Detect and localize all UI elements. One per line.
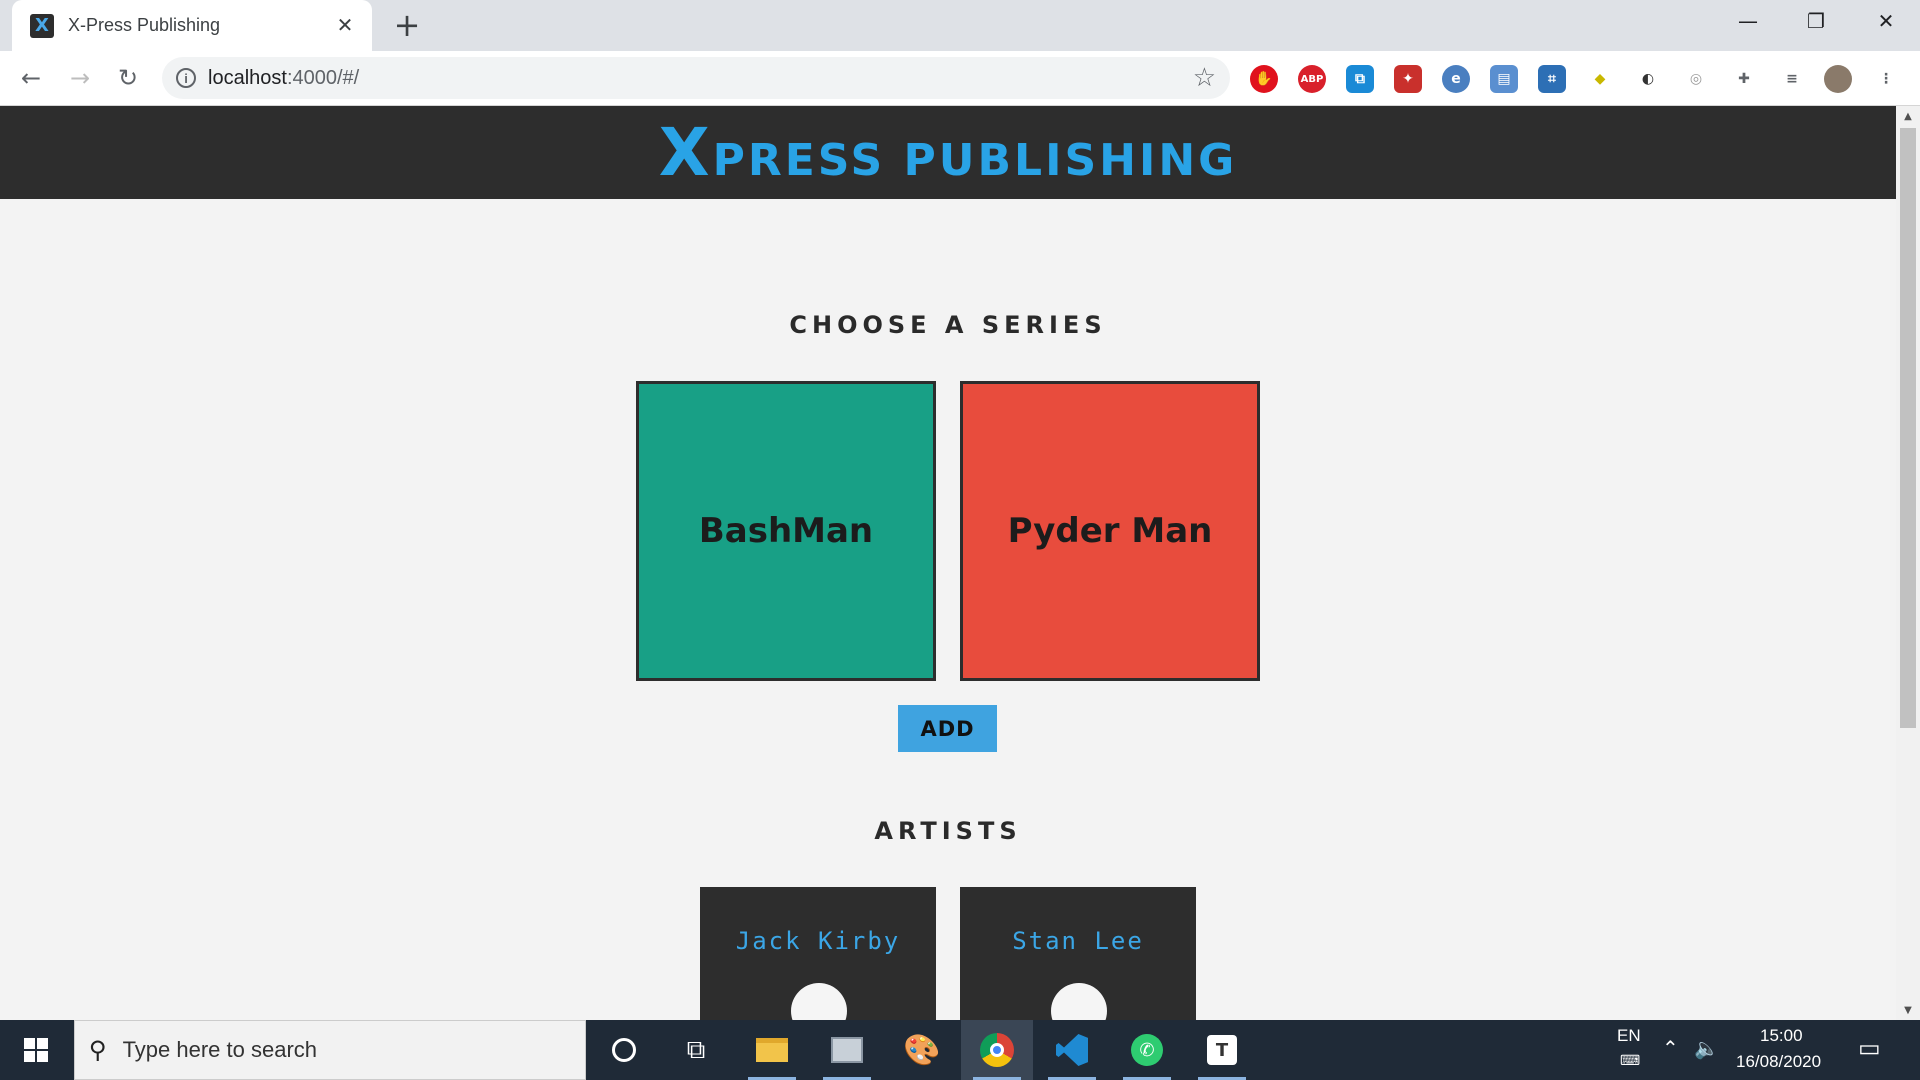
artist-card-jack-kirby[interactable]: Jack Kirby: [700, 887, 936, 1020]
cortana-icon[interactable]: [588, 1020, 660, 1080]
extension-red-icon[interactable]: ✦: [1394, 65, 1422, 93]
whatsapp-icon[interactable]: ✆: [1111, 1020, 1183, 1080]
windows-start-button[interactable]: [0, 1020, 72, 1080]
site-favicon-icon: X: [30, 13, 54, 38]
vscode-icon[interactable]: [1036, 1020, 1108, 1080]
file-explorer-icon[interactable]: [736, 1020, 808, 1080]
new-tab-button[interactable]: +: [390, 6, 424, 44]
windows-taskbar: ⚲ Type here to search ⧉ 🎨 ✆ T EN ⌨ ⌃ 🔈 1…: [0, 1020, 1920, 1080]
typora-icon[interactable]: T: [1186, 1020, 1258, 1080]
page-scrollbar[interactable]: ▲ ▼: [1896, 106, 1920, 1020]
paint-icon[interactable]: 🎨: [886, 1020, 958, 1080]
site-info-icon[interactable]: i: [176, 68, 196, 88]
extension-calendar-icon[interactable]: ▤: [1490, 65, 1518, 93]
back-arrow-icon[interactable]: ←: [12, 59, 50, 97]
taskbar-search-placeholder: Type here to search: [122, 1037, 318, 1062]
artist-name: Stan Lee: [1012, 927, 1144, 955]
speaker-icon[interactable]: 🔈: [1694, 1036, 1719, 1061]
add-series-button[interactable]: ADD: [898, 705, 997, 752]
browser-toolbar: ← → ↻ i localhost:4000/#/ ☆ ✋ ABP ⧉ ✦ e …: [0, 51, 1920, 106]
scroll-up-arrow-icon[interactable]: ▲: [1896, 106, 1920, 126]
site-header: Xpress publishing: [0, 106, 1896, 199]
dark-mode-icon[interactable]: ◐: [1634, 65, 1662, 93]
bookmark-star-icon[interactable]: ☆: [1193, 63, 1216, 93]
cast-icon[interactable]: ⧉: [1346, 65, 1374, 93]
artist-name: Jack Kirby: [735, 927, 901, 955]
url-path: :4000/#/: [286, 66, 360, 89]
series-card-label: BashMan: [698, 511, 874, 551]
forward-arrow-icon[interactable]: →: [61, 59, 99, 97]
url-host: localhost: [208, 66, 287, 89]
input-language[interactable]: EN: [1617, 1026, 1641, 1046]
chrome-icon[interactable]: [961, 1020, 1033, 1080]
search-icon: ⚲: [89, 1036, 107, 1064]
tab-close-icon[interactable]: ✕: [334, 15, 356, 37]
scroll-down-arrow-icon[interactable]: ▼: [1896, 1000, 1920, 1020]
address-bar[interactable]: i localhost:4000/#/ ☆: [162, 57, 1230, 99]
artist-avatar: [1051, 983, 1107, 1020]
ie-tab-icon[interactable]: e: [1442, 65, 1470, 93]
window-restore-button[interactable]: ❐: [1782, 0, 1850, 42]
pin-icon[interactable]: ◆: [1586, 65, 1614, 93]
page-viewport: Xpress publishing CHOOSE A SERIES BashMa…: [0, 106, 1896, 1020]
window-minimize-button[interactable]: —: [1714, 0, 1782, 42]
network-drive-icon[interactable]: [811, 1020, 883, 1080]
clock-time[interactable]: 15:00: [1760, 1026, 1803, 1046]
browser-tab[interactable]: X X-Press Publishing ✕: [12, 0, 372, 51]
artist-avatar: [791, 983, 847, 1020]
series-card-label: Pyder Man: [1007, 511, 1213, 551]
logo-text: press publishing: [712, 135, 1238, 186]
window-close-button[interactable]: ✕: [1852, 0, 1920, 42]
reload-icon[interactable]: ↻: [109, 59, 147, 97]
crop-icon[interactable]: ⌗: [1538, 65, 1566, 93]
site-logo[interactable]: Xpress publishing: [659, 114, 1238, 191]
scroll-thumb[interactable]: [1900, 128, 1916, 728]
task-view-icon[interactable]: ⧉: [660, 1020, 732, 1080]
playlist-icon[interactable]: ≡: [1778, 65, 1806, 93]
logo-x: X: [658, 114, 713, 191]
puzzle-icon[interactable]: ✚: [1730, 65, 1758, 93]
series-section-title: CHOOSE A SERIES: [789, 311, 1107, 339]
url-text[interactable]: localhost:4000/#/: [208, 67, 1193, 90]
clock-date[interactable]: 16/08/2020: [1736, 1052, 1821, 1072]
tab-title: X-Press Publishing: [68, 15, 221, 35]
notifications-icon[interactable]: ▭: [1858, 1034, 1881, 1063]
taskbar-search-box[interactable]: ⚲ Type here to search: [74, 1020, 586, 1080]
series-card-bashman[interactable]: BashMan: [636, 381, 936, 681]
keyboard-icon[interactable]: ⌨: [1620, 1052, 1640, 1069]
chevron-up-icon[interactable]: ⌃: [1662, 1036, 1679, 1061]
artists-section-title: ARTISTS: [874, 817, 1022, 845]
adblock-plus-icon[interactable]: ABP: [1298, 65, 1326, 93]
artist-card-stan-lee[interactable]: Stan Lee: [960, 887, 1196, 1020]
stop-icon[interactable]: ✋: [1250, 65, 1278, 93]
windows-logo-icon: [24, 1038, 48, 1062]
menu-kebab-icon[interactable]: ⋮: [1872, 65, 1900, 93]
series-card-pyder-man[interactable]: Pyder Man: [960, 381, 1260, 681]
browser-tab-strip: X X-Press Publishing ✕ + — ❐ ✕: [0, 0, 1920, 51]
circle-icon[interactable]: ◎: [1682, 65, 1710, 93]
profile-avatar[interactable]: [1824, 65, 1852, 93]
